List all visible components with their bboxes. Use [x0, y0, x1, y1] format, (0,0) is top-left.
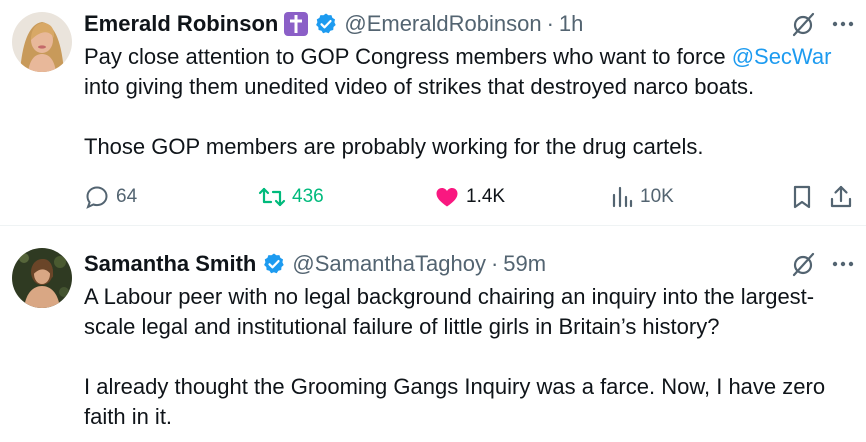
tweet-text: A Labour peer with no legal background c… [84, 282, 860, 432]
reply-button[interactable]: 64 [84, 180, 137, 214]
tweet-text-line: into giving them unedited video of strik… [84, 74, 755, 99]
tweet-text-line: Those GOP members are probably working f… [84, 134, 704, 159]
tweet-action-bar: 64 436 1.4K 10K [84, 180, 860, 214]
timeline-feed: Emerald Robinson @EmeraldRobinson · 1h P… [0, 0, 866, 442]
like-button[interactable]: 1.4K [434, 180, 505, 214]
author-handle[interactable]: @SamanthaTaghoy [292, 251, 486, 277]
author-handle[interactable]: @EmeraldRobinson [344, 11, 541, 37]
timestamp[interactable]: 1h [559, 11, 583, 37]
tweet-top-actions [790, 250, 856, 282]
avatar[interactable] [12, 12, 72, 72]
views-count: 10K [640, 186, 674, 207]
like-count: 1.4K [466, 186, 506, 207]
tweet-samantha-smith[interactable]: Samantha Smith @SamanthaTaghoy · 59m A L… [0, 226, 866, 442]
tweet-text-line: Pay close attention to GOP Congress memb… [84, 42, 860, 72]
mention-link[interactable]: @SecWar [732, 44, 832, 69]
grok-icon[interactable] [790, 10, 818, 43]
share-icon [830, 185, 852, 208]
tweet-text: Pay close attention to GOP Congress memb… [84, 42, 860, 162]
timestamp[interactable]: 59m [503, 251, 546, 277]
verified-badge-icon [314, 12, 338, 36]
reply-count: 64 [116, 186, 138, 207]
verified-badge-icon [262, 252, 286, 276]
avatar[interactable] [12, 248, 72, 308]
share-button[interactable] [828, 180, 854, 214]
tweet-header: Emerald Robinson @EmeraldRobinson · 1h [84, 8, 583, 40]
tweet-text-line: I already thought the Grooming Gangs Inq… [84, 374, 826, 399]
bookmark-button[interactable] [790, 180, 814, 214]
bookmark-icon [793, 185, 811, 209]
retweet-count: 436 [292, 186, 324, 207]
separator-dot: · [546, 11, 554, 36]
tweet-header: Samantha Smith @SamanthaTaghoy · 59m [84, 248, 546, 280]
more-options-icon[interactable] [830, 11, 856, 42]
reply-icon [86, 186, 108, 209]
tweet-emerald-robinson[interactable]: Emerald Robinson @EmeraldRobinson · 1h P… [0, 0, 866, 226]
grok-icon[interactable] [790, 250, 818, 283]
more-options-icon[interactable] [830, 251, 856, 282]
author-name[interactable]: Emerald Robinson [84, 11, 278, 37]
tweet-text-line: A Labour peer with no legal background c… [84, 284, 815, 309]
tweet-top-actions [790, 10, 856, 42]
tweet-text-segment: Pay close attention to GOP Congress memb… [84, 44, 732, 69]
retweet-button[interactable]: 436 [258, 180, 324, 214]
heart-icon [436, 188, 458, 207]
separator-dot: · [490, 251, 499, 276]
retweet-icon [258, 187, 286, 207]
cross-badge-icon [284, 12, 309, 36]
views-icon [612, 186, 633, 208]
views-button[interactable]: 10K [610, 180, 674, 214]
tweet-text-line: scale legal and institutional failure of… [84, 314, 720, 339]
tweet-text-line: faith in it. [84, 404, 173, 429]
author-name[interactable]: Samantha Smith [84, 251, 256, 277]
